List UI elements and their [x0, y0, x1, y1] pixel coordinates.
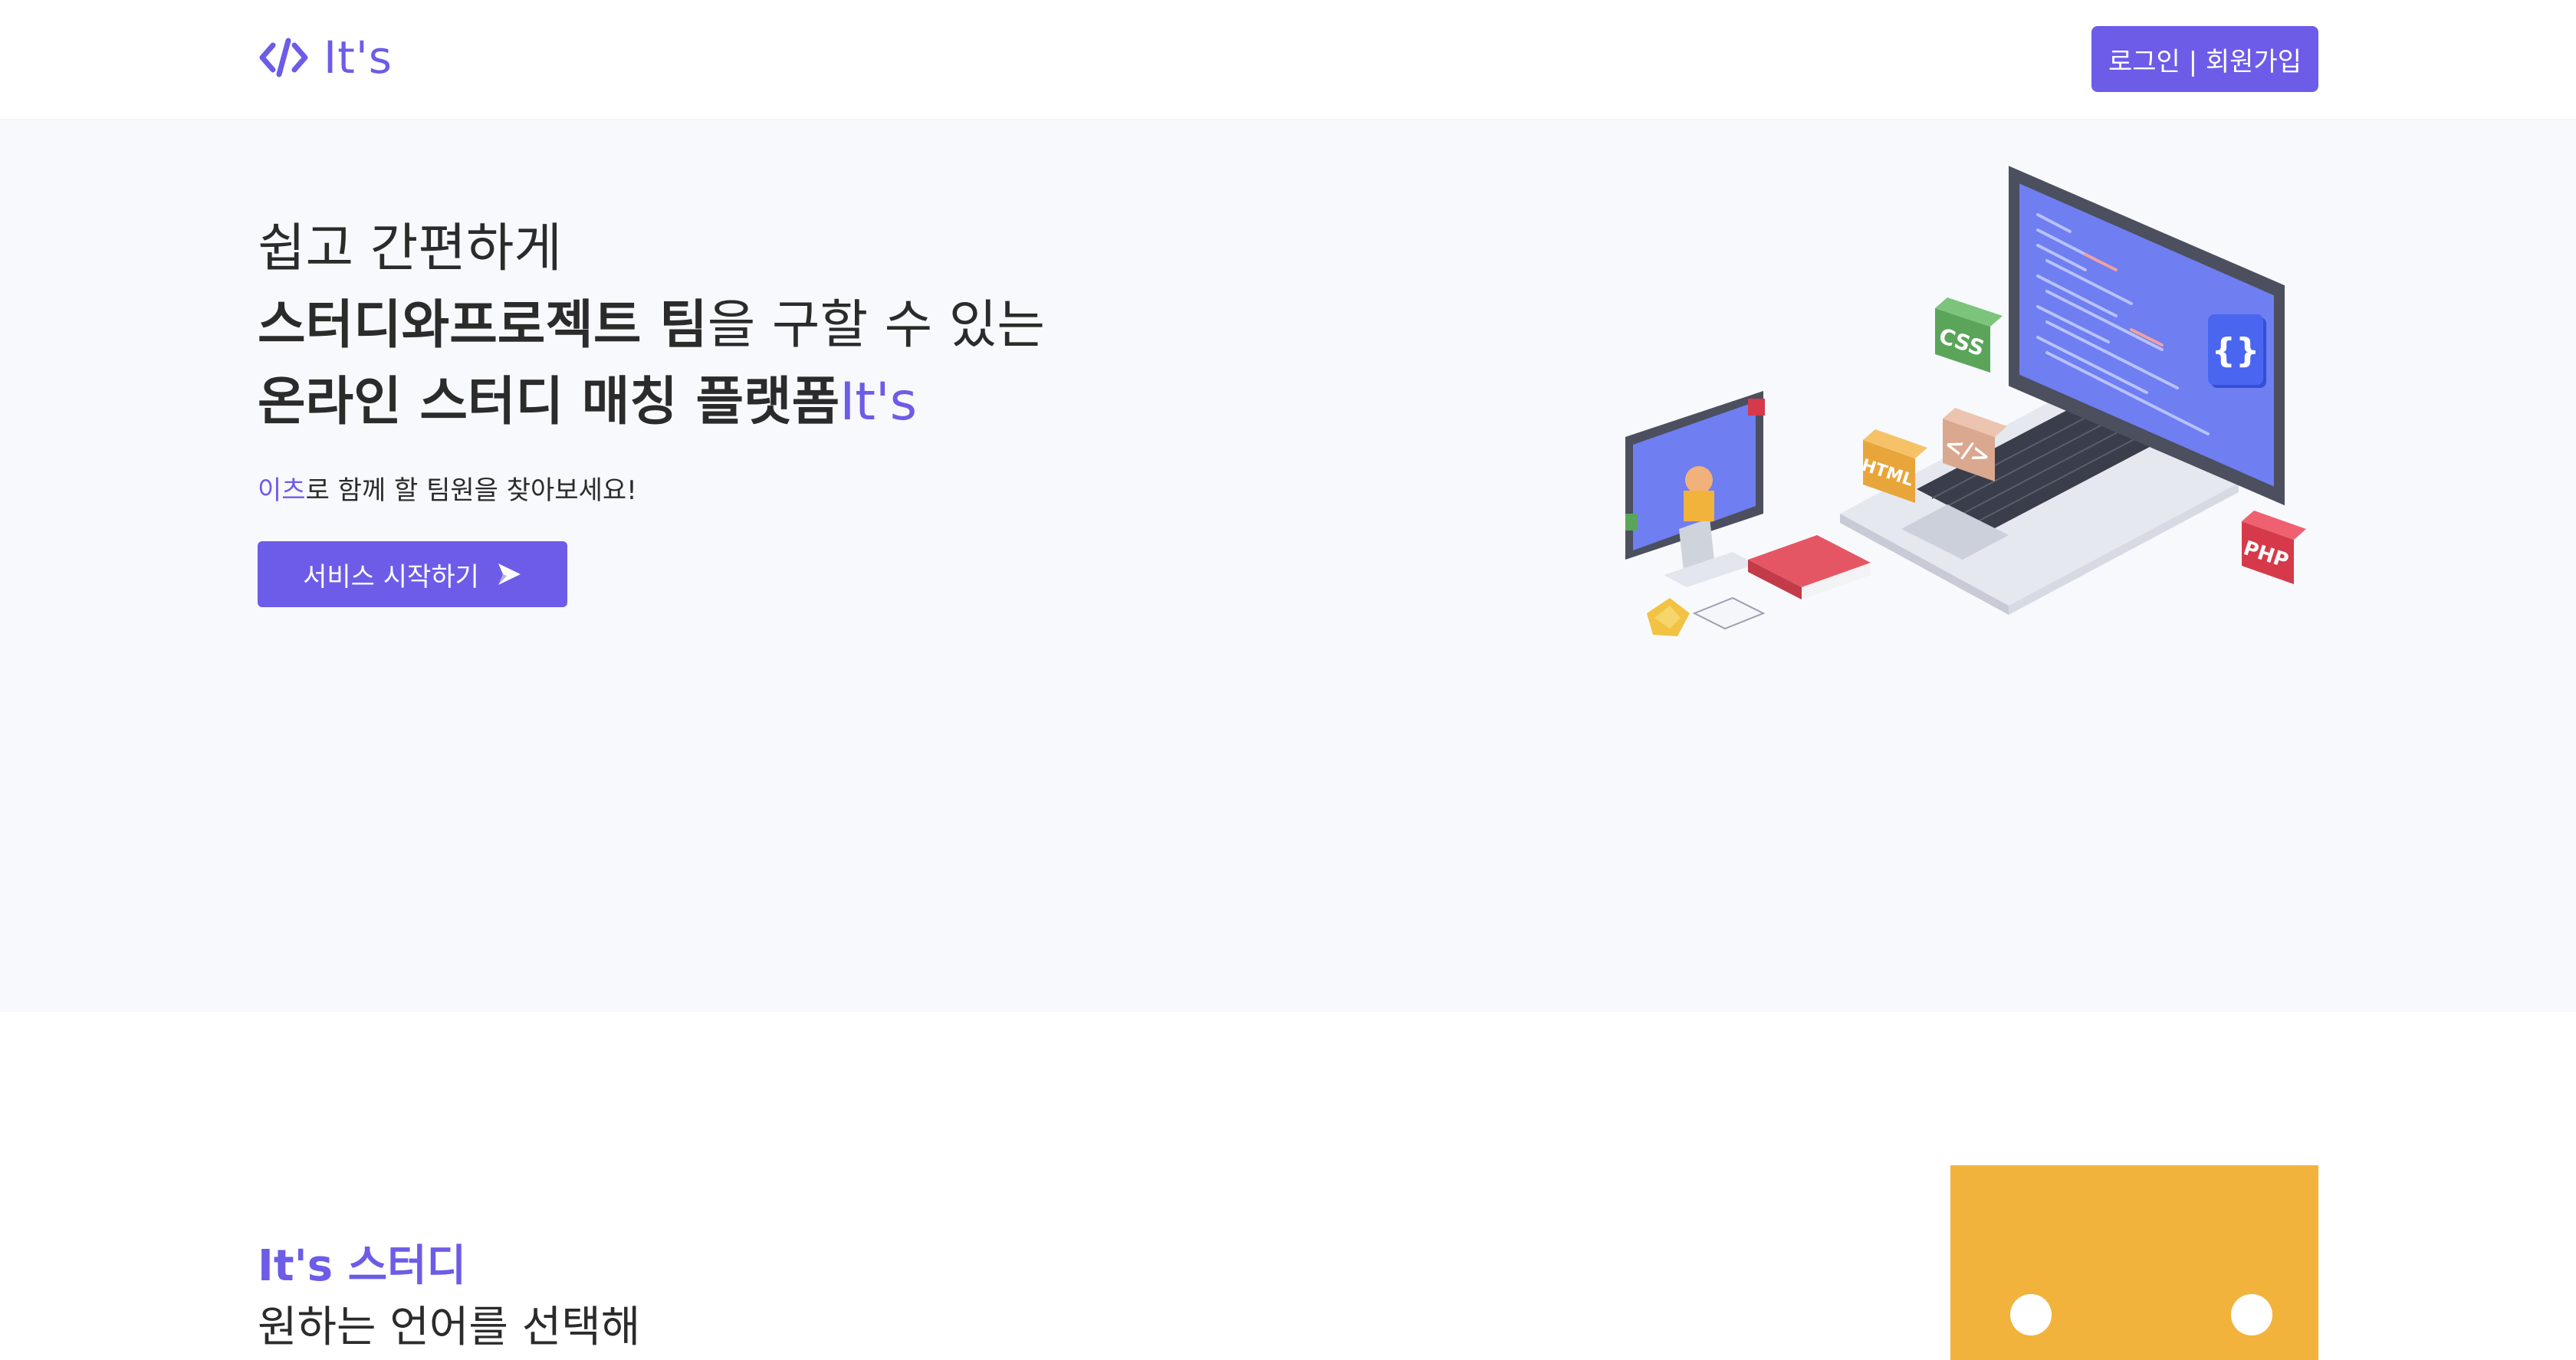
hero-subtitle-rest: 로 함께 할 팀원을 찾아보세요!	[305, 475, 637, 506]
hero-line2-bold: 스터디와프로젝트 팀	[258, 295, 708, 356]
laptop-coding-illustration: {} CSS HTML </> PHP	[1579, 161, 2315, 652]
hero-line3-bold: 온라인 스터디 매칭 플랫폼	[258, 372, 840, 432]
study-card-illustration	[1950, 1165, 2318, 1360]
monitor	[1625, 391, 1765, 587]
landing-page: It's 로그인 | 회원가입 쉽고 간편하게 스터디와프로젝트 팀을 구할 수…	[0, 0, 2576, 1360]
book	[1748, 535, 1871, 600]
card-dot-right	[2231, 1294, 2272, 1335]
hero-headline-line1: 쉽고 간편하게	[258, 218, 562, 279]
study-section-subtitle: 원하는 언어를 선택해	[258, 1303, 641, 1352]
logo-text: It's	[324, 31, 393, 84]
hero-headline-line2: 스터디와프로젝트 팀을 구할 수 있는	[258, 282, 1045, 358]
start-service-button[interactable]: 서비스 시작하기	[258, 541, 567, 607]
notepad	[1692, 596, 1766, 630]
hero-subtitle: 이츠로 함께 할 팀원을 찾아보세요!	[258, 469, 637, 507]
braces-tile: {}	[2208, 314, 2266, 388]
send-arrow-icon	[496, 561, 522, 587]
css-tile: CSS	[1935, 297, 2003, 373]
hero-subtitle-accent: 이츠	[258, 475, 306, 506]
study-section-title: It's 스터디	[258, 1241, 467, 1291]
login-signup-button[interactable]: 로그인 | 회원가입	[2091, 26, 2318, 92]
card-dot-left	[2010, 1294, 2052, 1335]
code-brackets-icon	[258, 36, 310, 79]
hero-line3-accent: It's	[840, 372, 918, 432]
top-header: It's 로그인 | 회원가입	[0, 0, 2576, 120]
hero-headline-line3: 온라인 스터디 매칭 플랫폼It's	[258, 359, 917, 435]
start-service-label: 서비스 시작하기	[303, 561, 479, 593]
svg-text:{}: {}	[2212, 331, 2260, 370]
hero-line2-rest: 을 구할 수 있는	[707, 295, 1045, 356]
php-tile: PHP	[2240, 511, 2306, 584]
logo[interactable]: It's	[258, 28, 393, 87]
crumpled-paper	[1647, 598, 1690, 636]
